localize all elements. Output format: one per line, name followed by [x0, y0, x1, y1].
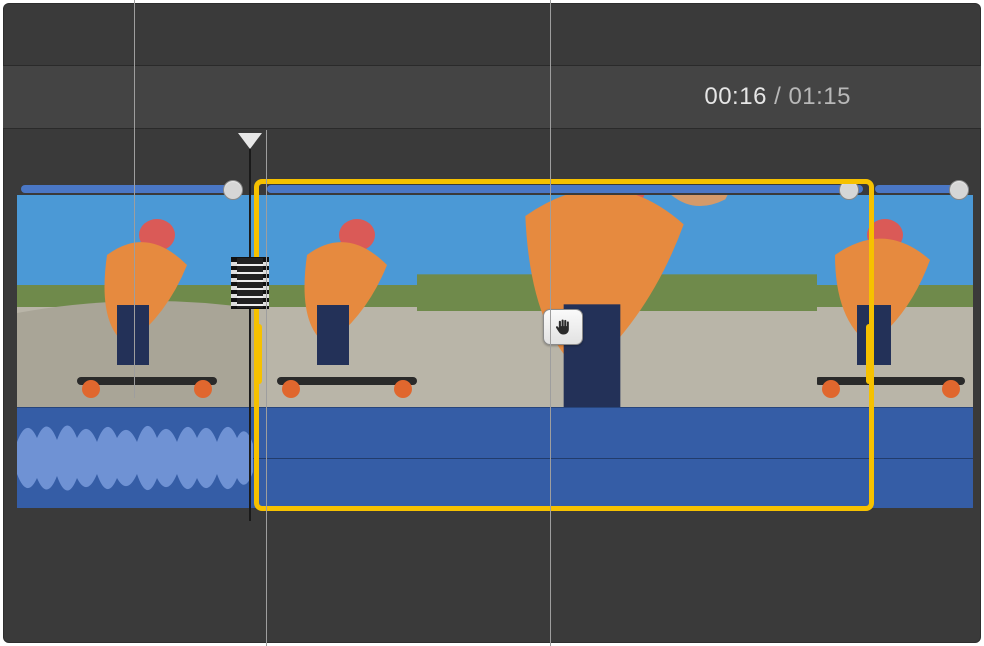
timecode-current: 00:16 — [704, 83, 767, 110]
playhead[interactable] — [249, 133, 251, 521]
callout-line — [550, 0, 551, 646]
clip-thumbnail[interactable] — [417, 195, 817, 407]
speed-handle[interactable] — [223, 180, 243, 200]
speed-segment[interactable] — [267, 185, 863, 193]
speed-handle[interactable] — [839, 180, 859, 200]
hand-stop-icon — [553, 316, 573, 338]
clip-thumbnail[interactable] — [17, 195, 257, 407]
timeline[interactable] — [17, 179, 973, 507]
audio-track[interactable] — [17, 407, 973, 508]
filmstrip-icon — [231, 257, 269, 309]
playhead-marker-icon — [238, 133, 262, 149]
timecode-total: 01:15 — [788, 83, 851, 110]
toolbar-strip: 00:16 / 01:15 — [3, 65, 981, 129]
callout-line — [266, 130, 267, 646]
speed-segment[interactable] — [21, 185, 239, 193]
clip-thumbnail[interactable] — [817, 195, 973, 407]
freeze-frame-badge[interactable] — [543, 309, 583, 345]
clip-thumbnail-track[interactable] — [17, 195, 973, 407]
timecode-sep: / — [767, 83, 789, 110]
editor-panel: 00:16 / 01:15 — [3, 3, 981, 643]
callout-line — [134, 0, 135, 398]
speed-handle[interactable] — [949, 180, 969, 200]
audio-waveform — [17, 458, 973, 508]
timecode-display: 00:16 / 01:15 — [704, 83, 851, 111]
clip-thumbnail[interactable] — [257, 195, 417, 407]
audio-waveform — [17, 408, 973, 458]
